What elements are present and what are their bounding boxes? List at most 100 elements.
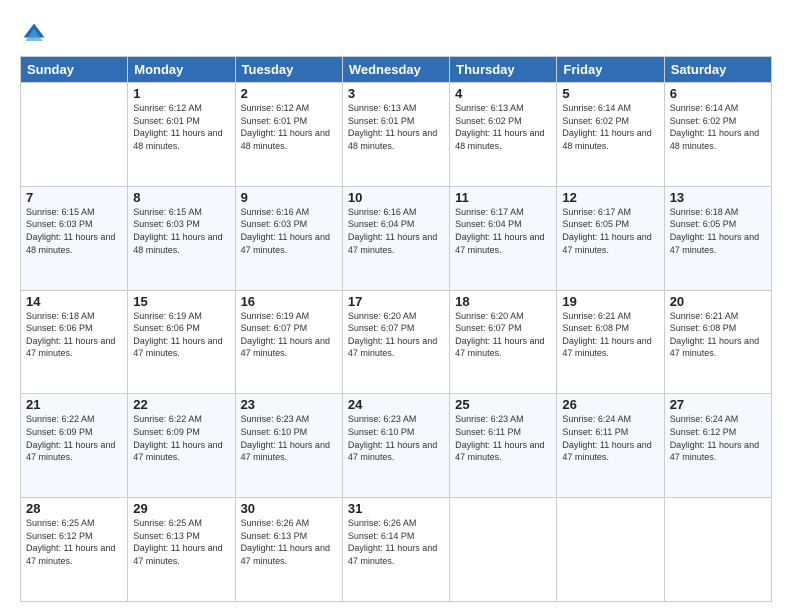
day-number: 28: [26, 501, 122, 516]
day-info: Sunrise: 6:15 AMSunset: 6:03 PMDaylight:…: [26, 206, 122, 256]
calendar-table: SundayMondayTuesdayWednesdayThursdayFrid…: [20, 56, 772, 602]
day-number: 1: [133, 86, 229, 101]
calendar-day-cell: 17Sunrise: 6:20 AMSunset: 6:07 PMDayligh…: [342, 290, 449, 394]
day-number: 24: [348, 397, 444, 412]
day-info: Sunrise: 6:24 AMSunset: 6:11 PMDaylight:…: [562, 413, 658, 463]
calendar-day-cell: 18Sunrise: 6:20 AMSunset: 6:07 PMDayligh…: [450, 290, 557, 394]
calendar-day-cell: 23Sunrise: 6:23 AMSunset: 6:10 PMDayligh…: [235, 394, 342, 498]
calendar-weekday: Monday: [128, 57, 235, 83]
calendar-week-row: 21Sunrise: 6:22 AMSunset: 6:09 PMDayligh…: [21, 394, 772, 498]
day-info: Sunrise: 6:23 AMSunset: 6:11 PMDaylight:…: [455, 413, 551, 463]
calendar-day-cell: [450, 498, 557, 602]
calendar-day-cell: 29Sunrise: 6:25 AMSunset: 6:13 PMDayligh…: [128, 498, 235, 602]
day-info: Sunrise: 6:20 AMSunset: 6:07 PMDaylight:…: [348, 310, 444, 360]
day-number: 16: [241, 294, 337, 309]
day-info: Sunrise: 6:17 AMSunset: 6:04 PMDaylight:…: [455, 206, 551, 256]
day-number: 13: [670, 190, 766, 205]
day-info: Sunrise: 6:16 AMSunset: 6:03 PMDaylight:…: [241, 206, 337, 256]
calendar-week-row: 14Sunrise: 6:18 AMSunset: 6:06 PMDayligh…: [21, 290, 772, 394]
day-info: Sunrise: 6:26 AMSunset: 6:14 PMDaylight:…: [348, 517, 444, 567]
calendar-day-cell: 30Sunrise: 6:26 AMSunset: 6:13 PMDayligh…: [235, 498, 342, 602]
calendar-day-cell: 21Sunrise: 6:22 AMSunset: 6:09 PMDayligh…: [21, 394, 128, 498]
calendar-day-cell: 10Sunrise: 6:16 AMSunset: 6:04 PMDayligh…: [342, 186, 449, 290]
calendar-day-cell: 12Sunrise: 6:17 AMSunset: 6:05 PMDayligh…: [557, 186, 664, 290]
calendar-day-cell: [21, 83, 128, 187]
day-number: 11: [455, 190, 551, 205]
day-number: 12: [562, 190, 658, 205]
day-info: Sunrise: 6:25 AMSunset: 6:12 PMDaylight:…: [26, 517, 122, 567]
day-info: Sunrise: 6:19 AMSunset: 6:06 PMDaylight:…: [133, 310, 229, 360]
calendar-day-cell: 14Sunrise: 6:18 AMSunset: 6:06 PMDayligh…: [21, 290, 128, 394]
day-number: 15: [133, 294, 229, 309]
day-info: Sunrise: 6:12 AMSunset: 6:01 PMDaylight:…: [133, 102, 229, 152]
calendar-week-row: 28Sunrise: 6:25 AMSunset: 6:12 PMDayligh…: [21, 498, 772, 602]
calendar-day-cell: 15Sunrise: 6:19 AMSunset: 6:06 PMDayligh…: [128, 290, 235, 394]
calendar-weekday: Friday: [557, 57, 664, 83]
day-number: 23: [241, 397, 337, 412]
calendar-day-cell: 5Sunrise: 6:14 AMSunset: 6:02 PMDaylight…: [557, 83, 664, 187]
day-number: 31: [348, 501, 444, 516]
calendar-week-row: 7Sunrise: 6:15 AMSunset: 6:03 PMDaylight…: [21, 186, 772, 290]
calendar-day-cell: 20Sunrise: 6:21 AMSunset: 6:08 PMDayligh…: [664, 290, 771, 394]
logo-icon: [20, 20, 48, 48]
day-number: 19: [562, 294, 658, 309]
calendar-weekday: Saturday: [664, 57, 771, 83]
day-number: 8: [133, 190, 229, 205]
day-info: Sunrise: 6:20 AMSunset: 6:07 PMDaylight:…: [455, 310, 551, 360]
calendar-day-cell: 16Sunrise: 6:19 AMSunset: 6:07 PMDayligh…: [235, 290, 342, 394]
day-info: Sunrise: 6:13 AMSunset: 6:01 PMDaylight:…: [348, 102, 444, 152]
calendar-weekday: Sunday: [21, 57, 128, 83]
calendar-weekday: Thursday: [450, 57, 557, 83]
calendar-day-cell: 7Sunrise: 6:15 AMSunset: 6:03 PMDaylight…: [21, 186, 128, 290]
calendar-day-cell: 25Sunrise: 6:23 AMSunset: 6:11 PMDayligh…: [450, 394, 557, 498]
calendar-day-cell: 6Sunrise: 6:14 AMSunset: 6:02 PMDaylight…: [664, 83, 771, 187]
calendar-day-cell: 28Sunrise: 6:25 AMSunset: 6:12 PMDayligh…: [21, 498, 128, 602]
calendar-header-row: SundayMondayTuesdayWednesdayThursdayFrid…: [21, 57, 772, 83]
day-number: 3: [348, 86, 444, 101]
day-number: 5: [562, 86, 658, 101]
calendar-day-cell: 2Sunrise: 6:12 AMSunset: 6:01 PMDaylight…: [235, 83, 342, 187]
day-info: Sunrise: 6:23 AMSunset: 6:10 PMDaylight:…: [348, 413, 444, 463]
day-number: 20: [670, 294, 766, 309]
calendar-day-cell: 3Sunrise: 6:13 AMSunset: 6:01 PMDaylight…: [342, 83, 449, 187]
calendar-week-row: 1Sunrise: 6:12 AMSunset: 6:01 PMDaylight…: [21, 83, 772, 187]
day-number: 4: [455, 86, 551, 101]
header: [20, 18, 772, 48]
day-number: 18: [455, 294, 551, 309]
day-number: 14: [26, 294, 122, 309]
day-info: Sunrise: 6:13 AMSunset: 6:02 PMDaylight:…: [455, 102, 551, 152]
day-info: Sunrise: 6:24 AMSunset: 6:12 PMDaylight:…: [670, 413, 766, 463]
day-info: Sunrise: 6:23 AMSunset: 6:10 PMDaylight:…: [241, 413, 337, 463]
calendar-day-cell: 8Sunrise: 6:15 AMSunset: 6:03 PMDaylight…: [128, 186, 235, 290]
calendar-day-cell: 4Sunrise: 6:13 AMSunset: 6:02 PMDaylight…: [450, 83, 557, 187]
calendar-day-cell: [664, 498, 771, 602]
calendar-day-cell: [557, 498, 664, 602]
day-info: Sunrise: 6:21 AMSunset: 6:08 PMDaylight:…: [562, 310, 658, 360]
day-info: Sunrise: 6:15 AMSunset: 6:03 PMDaylight:…: [133, 206, 229, 256]
calendar-weekday: Tuesday: [235, 57, 342, 83]
day-info: Sunrise: 6:14 AMSunset: 6:02 PMDaylight:…: [562, 102, 658, 152]
logo: [20, 18, 52, 48]
day-info: Sunrise: 6:19 AMSunset: 6:07 PMDaylight:…: [241, 310, 337, 360]
calendar-day-cell: 22Sunrise: 6:22 AMSunset: 6:09 PMDayligh…: [128, 394, 235, 498]
day-number: 30: [241, 501, 337, 516]
calendar-day-cell: 19Sunrise: 6:21 AMSunset: 6:08 PMDayligh…: [557, 290, 664, 394]
day-number: 6: [670, 86, 766, 101]
day-info: Sunrise: 6:18 AMSunset: 6:05 PMDaylight:…: [670, 206, 766, 256]
day-number: 7: [26, 190, 122, 205]
day-info: Sunrise: 6:12 AMSunset: 6:01 PMDaylight:…: [241, 102, 337, 152]
day-number: 2: [241, 86, 337, 101]
page: SundayMondayTuesdayWednesdayThursdayFrid…: [0, 0, 792, 612]
day-number: 10: [348, 190, 444, 205]
day-info: Sunrise: 6:18 AMSunset: 6:06 PMDaylight:…: [26, 310, 122, 360]
day-number: 29: [133, 501, 229, 516]
day-number: 9: [241, 190, 337, 205]
day-number: 17: [348, 294, 444, 309]
day-number: 27: [670, 397, 766, 412]
day-info: Sunrise: 6:21 AMSunset: 6:08 PMDaylight:…: [670, 310, 766, 360]
day-info: Sunrise: 6:16 AMSunset: 6:04 PMDaylight:…: [348, 206, 444, 256]
day-info: Sunrise: 6:17 AMSunset: 6:05 PMDaylight:…: [562, 206, 658, 256]
day-number: 25: [455, 397, 551, 412]
calendar-day-cell: 31Sunrise: 6:26 AMSunset: 6:14 PMDayligh…: [342, 498, 449, 602]
day-info: Sunrise: 6:22 AMSunset: 6:09 PMDaylight:…: [133, 413, 229, 463]
